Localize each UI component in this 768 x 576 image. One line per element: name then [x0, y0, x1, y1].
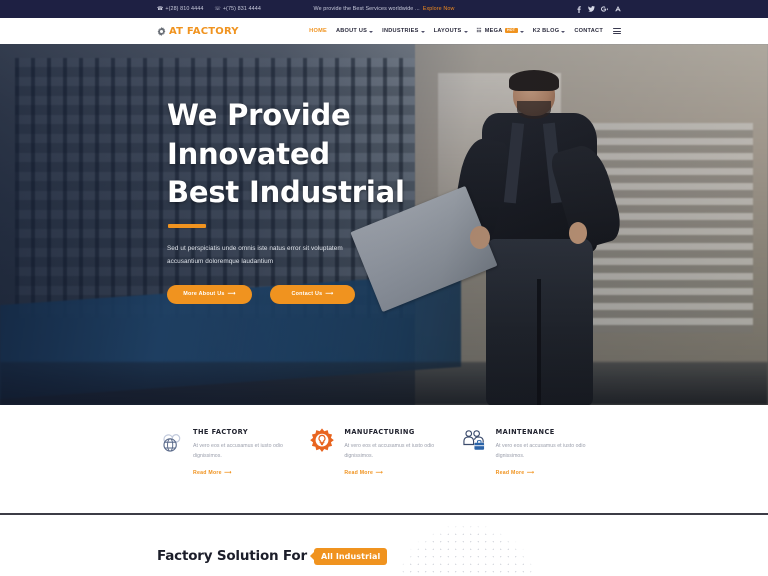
nav-item-mega[interactable]: ☷ MEGA HOT — [476, 27, 524, 34]
service-card-manufacturing[interactable]: MANUFACTURING At vero eos et accusamus e… — [308, 427, 459, 479]
explore-now-link[interactable]: Explore Now — [423, 6, 455, 12]
hamburger-menu-icon[interactable] — [613, 28, 621, 34]
nav-item-k2-blog[interactable]: K2 BLOG — [533, 28, 566, 34]
service-card-maintenance[interactable]: MAINTENANCE At vero eos et accusamus et … — [460, 427, 611, 479]
hero-heading-line-2: Best Industrial — [167, 175, 405, 210]
hero-button-group: More About Us ⟶ Contact Us ⟶ — [167, 284, 497, 304]
topbar-social-group — [575, 0, 621, 18]
solution-heading-group: Factory Solution For All Industrial — [157, 547, 388, 565]
service-description: At vero eos et accusamus et iusto odio d… — [193, 443, 283, 460]
hero-content: We Provide Innovated Best Industrial Sed… — [167, 96, 497, 304]
nav-item-k2-blog-label: K2 BLOG — [532, 28, 560, 34]
main-navigation-bar: AT FACTORY HOME ABOUT US INDUSTRIES LAYO… — [0, 18, 768, 44]
nav-item-contact[interactable]: CONTACT — [574, 28, 603, 34]
nav-item-home-label: HOME — [309, 28, 327, 34]
chevron-down-icon — [561, 30, 566, 33]
top-bar: ☎ +(28) 810 4444 ☏ +(75) 831 4444 We pro… — [0, 0, 768, 18]
chevron-down-icon — [463, 30, 468, 33]
nav-mega-badge: HOT — [504, 27, 518, 34]
chevron-down-icon — [369, 30, 374, 33]
nav-item-layouts[interactable]: LAYOUTS — [434, 28, 468, 34]
contact-us-button[interactable]: Contact Us ⟶ — [270, 284, 355, 304]
hero-accent-rule — [168, 223, 206, 228]
read-more-link[interactable]: Read More ⟶ — [344, 470, 383, 476]
arrow-right-icon: ⟶ — [227, 291, 236, 298]
gear-icon — [157, 26, 166, 36]
read-more-label: Read More — [344, 470, 374, 477]
more-about-us-button[interactable]: More About Us ⟶ — [167, 284, 252, 304]
hero-banner: We Provide Innovated Best Industrial Sed… — [0, 44, 768, 405]
read-more-link[interactable]: Read More ⟶ — [496, 470, 535, 476]
contact-us-label: Contact Us — [291, 291, 323, 298]
service-title: MAINTENANCE — [495, 428, 555, 436]
nav-item-layouts-label: LAYOUTS — [433, 28, 462, 34]
nav-item-mega-label: MEGA — [484, 28, 503, 34]
site-logo[interactable]: AT FACTORY — [157, 26, 239, 37]
nav-menu: HOME ABOUT US INDUSTRIES LAYOUTS ☷ MEGA … — [309, 27, 621, 34]
solution-title: Factory Solution For — [157, 548, 307, 564]
services-section: THE FACTORY At vero eos et accusamus et … — [0, 405, 768, 513]
team-briefcase-icon — [460, 427, 488, 455]
google-plus-icon[interactable] — [601, 5, 608, 14]
cloud-globe-icon — [157, 427, 185, 455]
hero-heading-line-1: We Provide Innovated — [167, 98, 351, 171]
logo-text: AT FACTORY — [169, 25, 239, 37]
nav-item-industries-label: INDUSTRIES — [382, 28, 419, 34]
nav-item-about-us-label: ABOUT US — [335, 28, 368, 34]
service-title: MANUFACTURING — [344, 428, 415, 436]
read-more-label: Read More — [495, 470, 525, 477]
arrow-right-icon: ⟶ — [526, 470, 535, 477]
gear-bulb-icon — [308, 427, 336, 455]
facebook-icon[interactable] — [575, 5, 582, 14]
arrow-right-icon: ⟶ — [224, 470, 232, 477]
chevron-down-icon — [519, 30, 524, 33]
topbar-tagline: We provide the Best Services worldwide .… — [313, 6, 420, 12]
factory-solution-section: Factory Solution For All Industrial — [0, 514, 768, 576]
topbar-tagline-group: We provide the Best Services worldwide .… — [0, 0, 768, 18]
arrow-right-icon: ⟶ — [375, 470, 384, 477]
nav-item-home[interactable]: HOME — [309, 28, 327, 34]
nav-item-contact-label: CONTACT — [574, 28, 603, 34]
nav-item-about-us[interactable]: ABOUT US — [335, 28, 374, 34]
read-more-link[interactable]: Read More ⟶ — [193, 470, 232, 476]
service-description: At vero eos et accusamus et iusto odio d… — [344, 443, 435, 460]
rss-icon[interactable] — [614, 5, 621, 14]
service-title: THE FACTORY — [193, 428, 249, 436]
twitter-icon[interactable] — [588, 5, 595, 14]
arrow-right-icon: ⟶ — [325, 291, 334, 298]
read-more-label: Read More — [193, 470, 222, 477]
services-list: THE FACTORY At vero eos et accusamus et … — [157, 427, 611, 479]
more-about-us-label: More About Us — [183, 291, 225, 298]
service-description: At vero eos et accusamus et iusto odio d… — [495, 443, 586, 460]
hero-paragraph: Sed ut perspiciatis unde omnis iste natu… — [167, 244, 343, 265]
solution-badge: All Industrial — [313, 547, 388, 565]
chevron-down-icon — [420, 30, 425, 33]
dotted-globe-graphic — [392, 522, 542, 576]
nav-item-industries[interactable]: INDUSTRIES — [382, 28, 425, 34]
service-card-the-factory[interactable]: THE FACTORY At vero eos et accusamus et … — [157, 427, 308, 479]
grid-icon: ☷ — [476, 28, 482, 34]
